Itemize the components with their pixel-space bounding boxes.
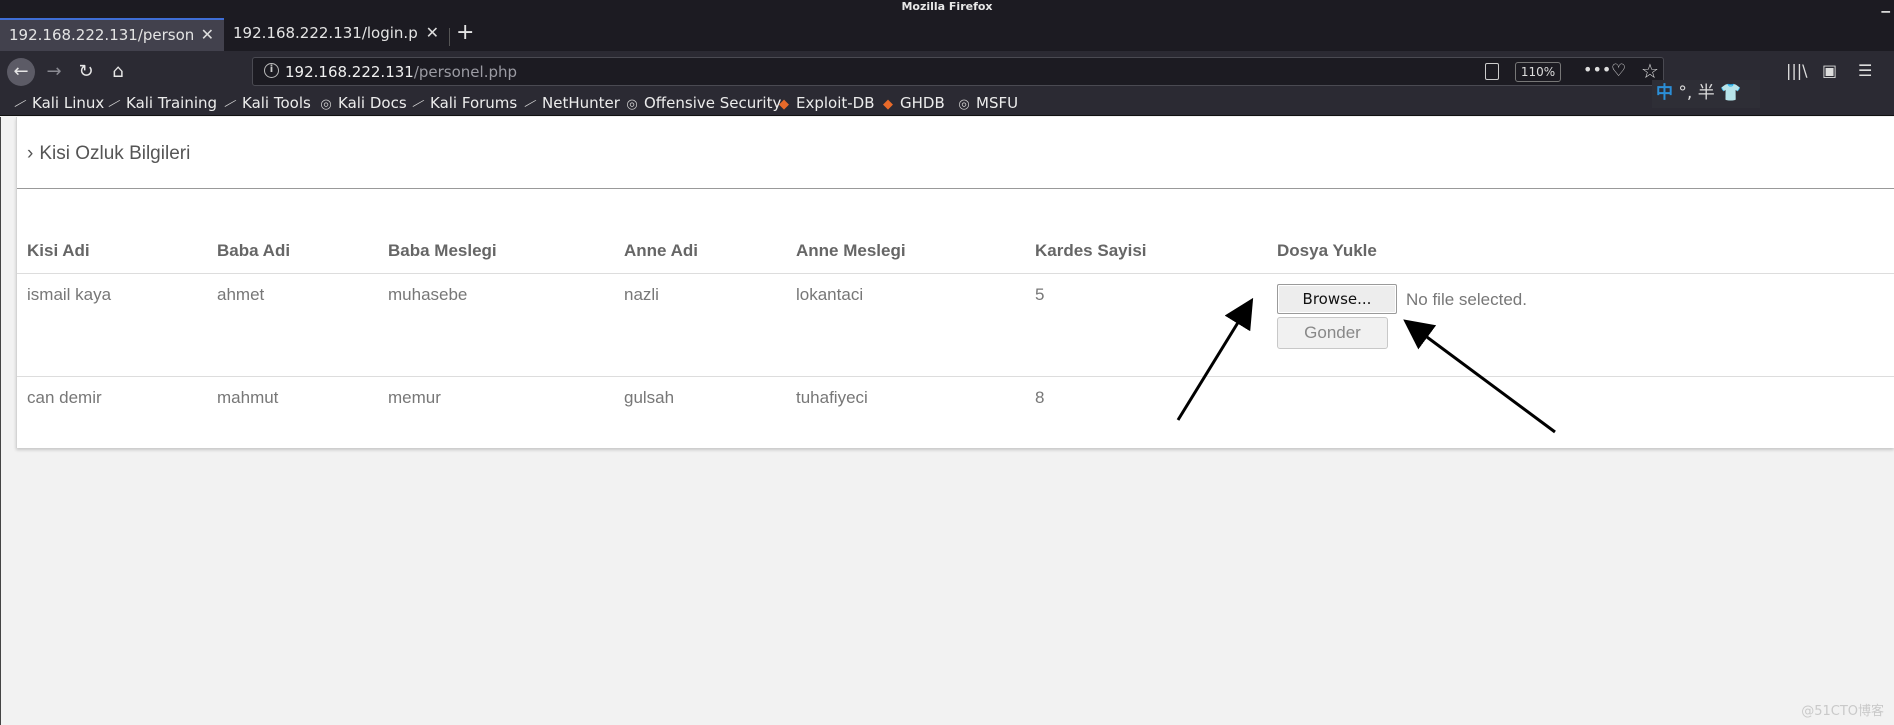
watermark: @51CTO博客 [1801, 704, 1884, 719]
window-titlebar: Mozilla Firefox ▁ [0, 0, 1894, 14]
tab-label: 192.168.222.131/login.php [233, 24, 419, 42]
kali-dragon-icon: ⟋ [13, 95, 27, 114]
bookmark-kali-docs[interactable]: ◎ Kali Docs [318, 94, 406, 112]
menu-icon[interactable]: ☰ [1858, 61, 1872, 80]
new-tab-button[interactable]: + [456, 20, 474, 46]
cell-baba-adi: mahmut [217, 388, 279, 407]
cell-kisi-adi: ismail kaya [27, 285, 112, 304]
window-minimize-icon[interactable]: ▁ [1882, 0, 1890, 13]
url-path: /personel.php [413, 63, 518, 81]
column-header-baba-meslegi: Baba Meslegi [388, 241, 497, 260]
table-header-divider [17, 273, 1894, 274]
ime-mode: 中 [1656, 83, 1673, 103]
column-header-baba-adi: Baba Adi [217, 241, 291, 260]
chevron-right-icon: › [27, 143, 34, 164]
cell-anne-adi: gulsah [624, 388, 675, 407]
cell-kisi-adi: can demir [27, 388, 102, 407]
url-host: 192.168.222.131 [285, 63, 414, 81]
table-row-divider [17, 376, 1894, 377]
gonder-submit-button[interactable]: Gonder [1277, 317, 1388, 349]
bookmark-ghdb[interactable]: ◆ GHDB [880, 94, 945, 112]
home-button[interactable]: ⌂ [104, 58, 132, 86]
viewport-border [0, 117, 1, 725]
panel-header: › Kisi Ozluk Bilgileri [17, 117, 1894, 189]
bookmark-nethunter[interactable]: ⟋ NetHunter [522, 94, 620, 114]
tab-personel[interactable]: 192.168.222.131/personel.php ✕ [0, 18, 224, 51]
site-info-icon[interactable]: i [264, 63, 279, 78]
address-bar[interactable]: i 192.168.222.131/personel.php 110% ••• … [252, 57, 1664, 86]
pocket-icon[interactable]: ♡ [1611, 61, 1626, 81]
bookmark-kali-forums[interactable]: ⟋ Kali Forums [410, 94, 517, 114]
tab-separator [449, 28, 450, 46]
globe-icon: ◎ [320, 97, 332, 112]
column-header-dosya-yukle: Dosya Yukle [1277, 241, 1377, 260]
ime-width: 半 [1697, 83, 1715, 103]
bookmark-kali-linux[interactable]: ⟋ Kali Linux [12, 94, 104, 114]
cell-baba-meslegi: muhasebe [388, 285, 468, 304]
column-header-anne-meslegi: Anne Meslegi [796, 241, 906, 260]
sidebar-icon[interactable]: ▣ [1822, 61, 1837, 80]
kali-dragon-icon: ⟋ [411, 95, 425, 114]
tab-login[interactable]: 192.168.222.131/login.php ✕ [224, 18, 449, 51]
close-tab-icon[interactable]: ✕ [201, 20, 214, 50]
cell-baba-adi: ahmet [217, 285, 265, 304]
column-header-kardes-sayisi: Kardes Sayisi [1035, 241, 1147, 260]
close-tab-icon[interactable]: ✕ [426, 18, 439, 48]
bookmark-offensive-security[interactable]: ◎ Offensive Security [624, 94, 781, 112]
bookmarks-toolbar: ⟋ Kali Linux ⟋ Kali Training ⟋ Kali Tools ◎… [0, 90, 1894, 116]
globe-icon: ◎ [626, 97, 638, 112]
cell-anne-meslegi: lokantaci [796, 285, 864, 304]
ime-status-bar[interactable]: 中 °, 半 👕 [1652, 80, 1760, 108]
column-header-kisi-adi: Kisi Adi [27, 241, 90, 260]
reader-view-icon[interactable] [1485, 63, 1499, 80]
reload-button[interactable]: ↻ [72, 58, 100, 86]
page-title: › Kisi Ozluk Bilgileri [27, 143, 191, 164]
cell-kardes-sayisi: 5 [1035, 285, 1045, 304]
cell-kardes-sayisi: 8 [1035, 388, 1045, 407]
column-header-anne-adi: Anne Adi [624, 241, 698, 260]
tab-label: 192.168.222.131/personel.php [9, 26, 195, 44]
ime-skin-icon: 👕 [1720, 83, 1742, 103]
url-text[interactable]: 192.168.222.131/personel.php [285, 63, 517, 81]
cell-anne-meslegi: tuhafiyeci [796, 388, 868, 407]
tab-strip: 192.168.222.131/personel.php ✕ 192.168.2… [0, 14, 1894, 51]
bookmark-exploit-db[interactable]: ◆ Exploit-DB [776, 94, 875, 112]
window-title: Mozilla Firefox [901, 0, 993, 13]
page-actions-icon[interactable]: ••• [1583, 60, 1611, 79]
bookmark-kali-tools[interactable]: ⟋ Kali Tools [222, 94, 311, 114]
navigation-toolbar: ← → ↻ ⌂ i 192.168.222.131/personel.php 1… [0, 51, 1894, 90]
kali-dragon-icon: ⟋ [523, 95, 537, 114]
exploit-db-icon: ◆ [779, 97, 789, 112]
kali-dragon-icon: ⟋ [107, 95, 121, 114]
ime-punctuation: °, [1678, 83, 1693, 103]
cell-baba-meslegi: memur [388, 388, 441, 407]
browse-file-button[interactable]: Browse... [1277, 284, 1397, 314]
back-button[interactable]: ← [7, 58, 35, 86]
bookmark-msfu[interactable]: ◎ MSFU [956, 94, 1018, 112]
kali-dragon-icon: ⟋ [223, 95, 237, 114]
library-icon[interactable]: |||\ [1786, 61, 1808, 80]
cell-anne-adi: nazli [624, 285, 659, 304]
content-panel: › Kisi Ozluk Bilgileri Kisi Adi Baba Adi … [16, 117, 1894, 448]
zoom-level-badge[interactable]: 110% [1515, 62, 1561, 82]
exploit-db-icon: ◆ [883, 97, 893, 112]
forward-button[interactable]: → [40, 58, 68, 86]
globe-icon: ◎ [958, 97, 970, 112]
file-selection-status: No file selected. [1406, 290, 1527, 309]
bookmark-kali-training[interactable]: ⟋ Kali Training [106, 94, 217, 114]
